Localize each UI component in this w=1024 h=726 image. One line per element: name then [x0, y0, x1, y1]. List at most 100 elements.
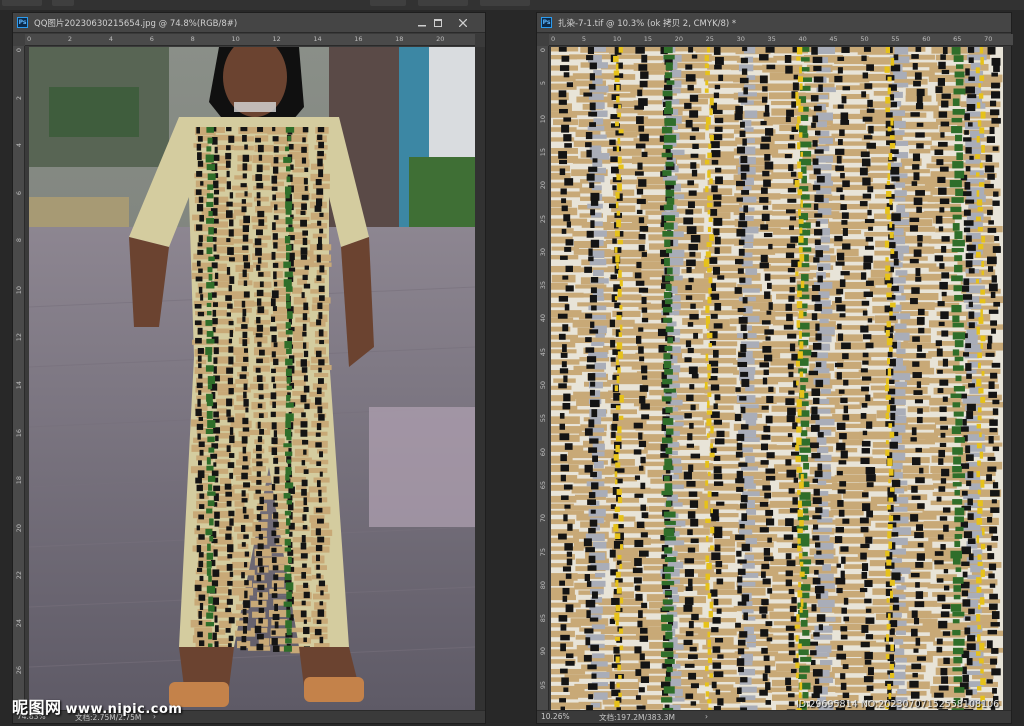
pattern-mark — [703, 259, 710, 267]
pattern-mark — [941, 676, 949, 684]
document-title-bar[interactable]: Ps 扎染-7-1.tif @ 10.3% (ok 拷贝 2, CMYK/8) … — [537, 13, 1011, 33]
vertical-ruler[interactable]: 0 5 10 15 20 25 30 35 40 45 50 55 60 65 70 75 80 85 90 95 — [537, 46, 549, 712]
pattern-mark — [890, 412, 896, 421]
pattern-mark — [639, 395, 646, 404]
pattern-mark — [705, 186, 709, 193]
pattern-mark — [287, 135, 292, 142]
pattern-mark — [688, 578, 693, 587]
ruler-label: 55 — [539, 414, 547, 423]
toolbar-button[interactable] — [480, 0, 530, 6]
ruler-label: 0 — [551, 35, 556, 43]
minimize-icon[interactable] — [415, 16, 429, 29]
pattern-mark — [910, 691, 920, 699]
pattern-mark — [284, 186, 292, 195]
pattern-mark — [892, 604, 900, 611]
horizontal-ruler[interactable]: 0 2 4 6 8 10 12 14 16 18 20 — [25, 34, 475, 46]
pattern-mark — [302, 323, 307, 331]
pattern-mark — [816, 121, 827, 128]
pattern-mark — [891, 572, 901, 581]
pattern-mark — [641, 414, 650, 420]
pattern-mark — [798, 171, 803, 179]
pattern-mark — [706, 410, 713, 415]
pattern-mark — [784, 54, 792, 63]
document-window-right[interactable]: Ps 扎染-7-1.tif @ 10.3% (ok 拷贝 2, CMYK/8) … — [536, 12, 1013, 724]
pattern-mark — [763, 179, 771, 187]
pattern-mark — [253, 365, 270, 372]
document-title-bar[interactable]: Ps QQ图片20230630215654.jpg @ 74.8%(RGB/8#… — [13, 13, 485, 33]
ruler-label: 4 — [15, 143, 23, 148]
status-menu-arrow[interactable]: › — [705, 712, 708, 721]
pattern-mark — [797, 290, 802, 298]
vertical-scrollbar[interactable] — [475, 47, 485, 712]
pattern-mark — [786, 469, 797, 478]
pattern-mark — [708, 246, 732, 254]
pattern-mark — [889, 579, 895, 586]
pattern-mark — [911, 427, 917, 436]
pattern-mark — [784, 154, 792, 159]
pattern-mark — [984, 183, 994, 189]
pattern-mark — [315, 350, 322, 358]
pattern-mark — [916, 416, 923, 424]
pattern-mark — [660, 651, 674, 658]
pattern-mark — [286, 166, 291, 172]
pattern-mark — [706, 433, 710, 438]
pattern-mark — [915, 190, 925, 196]
pattern-mark — [615, 201, 619, 209]
toolbar-button[interactable] — [2, 0, 42, 6]
pattern-mark — [619, 563, 623, 570]
pattern-mark — [705, 251, 711, 258]
pattern-mark — [709, 234, 714, 242]
pattern-mark — [712, 617, 721, 624]
pattern-mark — [617, 426, 622, 434]
pattern-mark — [916, 88, 925, 97]
pattern-mark — [198, 514, 205, 520]
horizontal-ruler[interactable]: 0 5 10 15 20 25 30 35 40 45 50 55 60 65 70 — [549, 34, 1013, 46]
pattern-mark — [835, 261, 845, 266]
pattern-mark — [798, 674, 807, 679]
pattern-mark — [713, 349, 719, 358]
pattern-mark — [911, 495, 921, 500]
pattern-mark — [940, 311, 949, 320]
pattern-mark — [764, 104, 770, 113]
pattern-mark — [563, 484, 573, 490]
maximize-icon[interactable] — [431, 16, 445, 29]
pattern-mark — [196, 423, 204, 430]
pattern-mark — [316, 275, 322, 281]
pattern-mark — [242, 173, 247, 179]
pattern-mark — [243, 534, 249, 539]
pattern-mark — [214, 511, 220, 519]
pattern-mark — [285, 466, 292, 475]
toolbar-button[interactable] — [52, 0, 74, 6]
pattern-mark — [713, 419, 723, 425]
pattern-mark — [242, 417, 249, 425]
pattern-mark — [314, 373, 329, 378]
vertical-ruler[interactable]: 0 2 4 6 8 10 12 14 16 18 20 22 24 26 — [13, 46, 25, 712]
pattern-mark — [307, 468, 328, 473]
toolbar-button[interactable] — [370, 0, 406, 6]
photo-canvas[interactable] — [29, 47, 475, 712]
pattern-mark — [952, 161, 964, 169]
pattern-mark — [208, 484, 213, 491]
pattern-mark — [206, 410, 213, 419]
pattern-mark — [319, 265, 325, 273]
pattern-mark — [301, 194, 309, 201]
pattern-mark — [560, 474, 566, 482]
pattern-mark — [705, 323, 709, 329]
pattern-mark — [764, 329, 774, 335]
document-window-left[interactable]: Ps QQ图片20230630215654.jpg @ 74.8%(RGB/8#… — [12, 12, 486, 724]
pattern-mark — [788, 371, 794, 378]
pattern-mark — [909, 148, 931, 154]
toolbar-button[interactable] — [418, 0, 468, 6]
pattern-mark — [966, 244, 976, 251]
zoom-level[interactable]: 10.26% — [541, 712, 570, 721]
pattern-mark — [609, 139, 616, 146]
pattern-mark — [256, 192, 261, 199]
close-icon[interactable] — [456, 16, 470, 29]
pattern-mark — [798, 219, 804, 224]
pattern-mark — [937, 369, 943, 374]
pattern-mark — [586, 55, 594, 61]
pattern-mark — [284, 271, 293, 278]
pattern-mark — [707, 657, 713, 663]
pattern-canvas[interactable] — [551, 47, 1003, 712]
pattern-mark — [936, 159, 944, 166]
